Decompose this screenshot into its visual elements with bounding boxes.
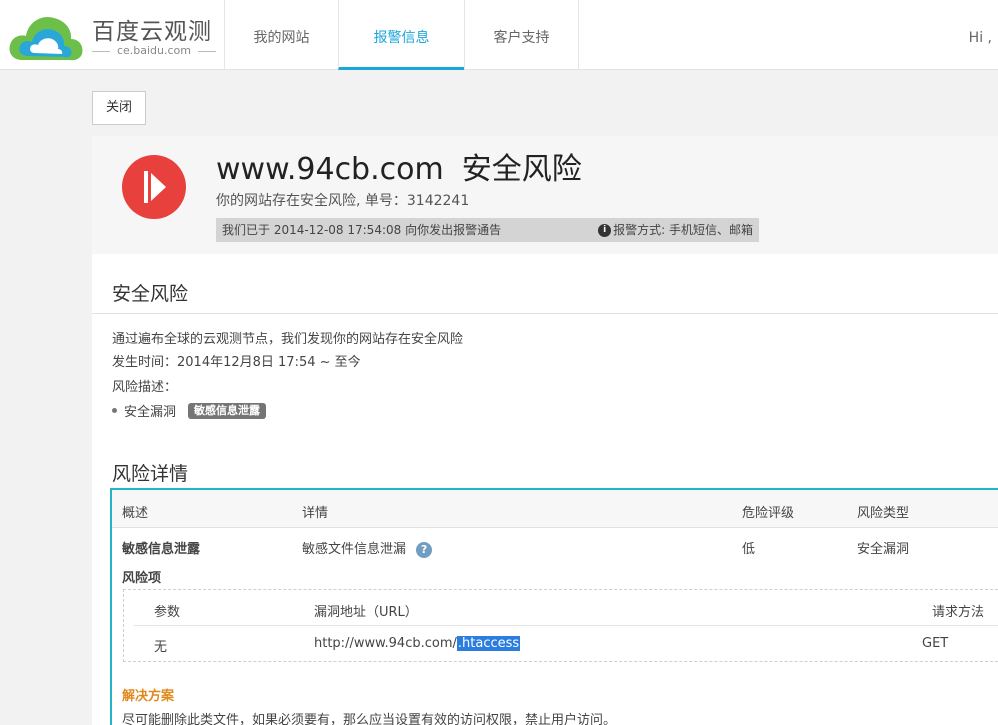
risk-items-table: 参数 漏洞地址（URL） 请求方法 无 http://www.94cb.com/…: [123, 589, 998, 662]
solution-title: 解决方案: [122, 689, 175, 704]
bullet-icon: [112, 408, 117, 413]
row-detail: 敏感文件信息泄漏?: [302, 538, 433, 558]
detail-table-header: 概述 详情 危险评级 风险类型: [112, 490, 998, 528]
nav-customer-support[interactable]: 客户支持: [464, 0, 579, 70]
main-nav: 我的网站 报警信息 客户支持: [224, 0, 579, 70]
row-type: 安全漏洞: [857, 542, 910, 557]
brand-subtitle: ce.baidu.com: [92, 44, 216, 57]
alert-site: www.94cb.com: [216, 152, 444, 187]
header-type: 风险类型: [857, 506, 910, 521]
risk-items-label: 风险项: [122, 571, 162, 586]
alert-title: www.94cb.com 安全风险: [216, 144, 582, 188]
section-title-details: 风险详情: [112, 463, 189, 485]
url-highlight: .htaccess: [456, 636, 521, 651]
header-url: 漏洞地址（URL）: [314, 605, 418, 620]
risk-detail-box: 概述 详情 危险评级 风险类型 敏感信息泄露 敏感文件信息泄漏? 低 安全漏洞 …: [110, 488, 998, 725]
close-button[interactable]: 关闭: [92, 91, 146, 125]
brand-logo[interactable]: 百度云观测 ce.baidu.com: [8, 8, 223, 64]
url-prefix: http://www.94cb.com/: [314, 636, 457, 651]
row-level: 低: [742, 542, 756, 557]
alert-notice: 我们已于 2014-12-08 17:54:08 向你发出报警通告: [222, 223, 502, 237]
alert-flag-icon: [122, 155, 186, 219]
row-overview: 敏感信息泄露: [122, 542, 201, 557]
alert-method-text: 报警方式: 手机短信、邮箱: [613, 223, 753, 237]
nav-alert-info[interactable]: 报警信息: [338, 0, 464, 70]
alert-subtitle: 你的网站存在安全风险, 单号：3142241: [216, 193, 470, 209]
header-detail: 详情: [302, 506, 329, 521]
row-method: GET: [922, 636, 949, 651]
user-greeting[interactable]: Hi ,: [969, 30, 992, 46]
risk-desc-label: 风险描述：: [112, 380, 178, 395]
row-param: 无: [154, 640, 168, 655]
risk-items-header: 参数 漏洞地址（URL） 请求方法: [134, 590, 998, 626]
risk-description-line: 通过遍布全球的云观测节点，我们发现你的网站存在安全风险: [112, 332, 464, 347]
risk-time: 发生时间：2014年12月8日 17:54 ~ 至今: [112, 355, 361, 370]
row-detail-text: 敏感文件信息泄漏: [302, 542, 407, 557]
main-panel: 安全风险 通过遍布全球的云观测节点，我们发现你的网站存在安全风险 发生时间：20…: [92, 254, 998, 725]
alert-header: www.94cb.com 安全风险 你的网站存在安全风险, 单号：3142241 …: [92, 136, 998, 254]
header-level: 危险评级: [742, 506, 795, 521]
header-method: 请求方法: [932, 605, 985, 620]
section-title-risk: 安全风险: [112, 283, 189, 305]
cloud-logo-icon: [9, 16, 83, 61]
section-divider: [92, 313, 998, 314]
top-navigation-bar: 百度云观测 ce.baidu.com 我的网站 报警信息 客户支持 Hi ,: [0, 0, 998, 70]
header-param: 参数: [154, 605, 181, 620]
nav-my-websites[interactable]: 我的网站: [224, 0, 338, 70]
risk-tag: 敏感信息泄露: [188, 402, 267, 419]
header-overview: 概述: [122, 506, 149, 521]
risk-item: 安全漏洞 敏感信息泄露: [112, 401, 267, 420]
alert-notice-bar: 我们已于 2014-12-08 17:54:08 向你发出报警通告 i 报警方式…: [216, 218, 759, 242]
alert-type: 安全风险: [461, 152, 582, 187]
brand-title: 百度云观测: [92, 19, 212, 45]
risk-item-text: 安全漏洞: [124, 405, 177, 420]
help-question-icon[interactable]: ?: [416, 541, 433, 558]
solution-text: 尽可能删除此类文件，如果必须要有，那么应当设置有效的访问权限，禁止用户访问。: [122, 713, 617, 725]
alert-method: i 报警方式: 手机短信、邮箱: [598, 218, 753, 242]
info-icon: i: [598, 223, 612, 237]
row-url[interactable]: http://www.94cb.com/.htaccess: [314, 636, 521, 651]
